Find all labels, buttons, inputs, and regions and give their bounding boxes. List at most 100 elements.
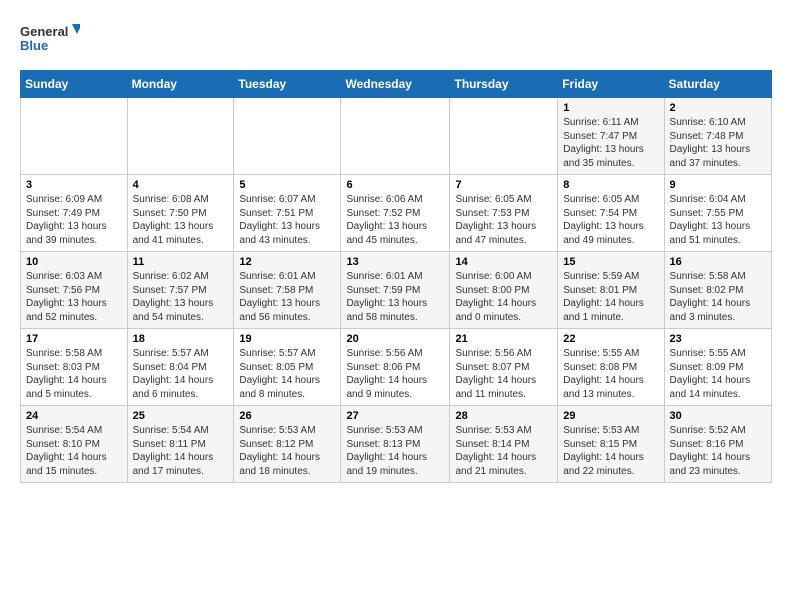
cell-content: Sunrise: 6:01 AM Sunset: 7:59 PM Dayligh… — [346, 270, 444, 324]
cell-content: Sunrise: 6:08 AM Sunset: 7:50 PM Dayligh… — [133, 193, 229, 247]
cell-content: Sunrise: 6:05 AM Sunset: 7:53 PM Dayligh… — [455, 193, 552, 247]
day-number: 22 — [563, 333, 658, 345]
col-header-tuesday: Tuesday — [234, 71, 341, 98]
calendar-cell: 8 Sunrise: 6:05 AM Sunset: 7:54 PM Daylig… — [558, 175, 664, 252]
calendar-week-4: 17 Sunrise: 5:58 AM Sunset: 8:03 PM Dayli… — [21, 329, 772, 406]
calendar-cell — [21, 98, 128, 175]
day-number: 14 — [455, 256, 552, 268]
calendar-cell: 29 Sunrise: 5:53 AM Sunset: 8:15 PM Dayli… — [558, 406, 664, 483]
day-number: 4 — [133, 179, 229, 191]
calendar-cell: 7Sunrise: 6:05 AM Sunset: 7:53 PM Daylig… — [450, 175, 558, 252]
cell-content: Sunrise: 5:52 AM Sunset: 8:16 PM Dayligh… — [670, 424, 766, 478]
cell-content: Sunrise: 5:53 AM Sunset: 8:13 PM Dayligh… — [346, 424, 444, 478]
cell-content: Sunrise: 5:57 AM Sunset: 8:05 PM Dayligh… — [239, 347, 335, 401]
calendar-cell: 12 Sunrise: 6:01 AM Sunset: 7:58 PM Dayli… — [234, 252, 341, 329]
day-number: 8 — [563, 179, 658, 191]
calendar-cell: 2Sunrise: 6:10 AM Sunset: 7:48 PM Daylig… — [664, 98, 771, 175]
cell-content: Sunrise: 6:07 AM Sunset: 7:51 PM Dayligh… — [239, 193, 335, 247]
day-number: 25 — [133, 410, 229, 422]
col-header-thursday: Thursday — [450, 71, 558, 98]
day-number: 11 — [133, 256, 229, 268]
calendar-cell: 14 Sunrise: 6:00 AM Sunset: 8:00 PM Dayli… — [450, 252, 558, 329]
calendar-week-1: 1 Sunrise: 6:11 AM Sunset: 7:47 PM Daylig… — [21, 98, 772, 175]
cell-content: Sunrise: 5:59 AM Sunset: 8:01 PM Dayligh… — [563, 270, 658, 324]
calendar-cell: 25 Sunrise: 5:54 AM Sunset: 8:11 PM Dayli… — [127, 406, 234, 483]
cell-content: Sunrise: 6:10 AM Sunset: 7:48 PM Dayligh… — [670, 116, 766, 170]
cell-content: Sunrise: 5:56 AM Sunset: 8:07 PM Dayligh… — [455, 347, 552, 401]
day-number: 3 — [26, 179, 122, 191]
calendar-cell — [341, 98, 450, 175]
cell-content: Sunrise: 5:55 AM Sunset: 8:09 PM Dayligh… — [670, 347, 766, 401]
cell-content: Sunrise: 5:53 AM Sunset: 8:15 PM Dayligh… — [563, 424, 658, 478]
svg-text:General: General — [20, 24, 68, 39]
calendar-cell: 3 Sunrise: 6:09 AM Sunset: 7:49 PM Daylig… — [21, 175, 128, 252]
col-header-friday: Friday — [558, 71, 664, 98]
day-number: 17 — [26, 333, 122, 345]
calendar-cell: 22 Sunrise: 5:55 AM Sunset: 8:08 PM Dayli… — [558, 329, 664, 406]
cell-content: Sunrise: 5:57 AM Sunset: 8:04 PM Dayligh… — [133, 347, 229, 401]
calendar-cell: 6 Sunrise: 6:06 AM Sunset: 7:52 PM Daylig… — [341, 175, 450, 252]
calendar-cell: 15 Sunrise: 5:59 AM Sunset: 8:01 PM Dayli… — [558, 252, 664, 329]
day-number: 28 — [455, 410, 552, 422]
day-number: 21 — [455, 333, 552, 345]
calendar-cell: 10 Sunrise: 6:03 AM Sunset: 7:56 PM Dayli… — [21, 252, 128, 329]
day-number: 30 — [670, 410, 766, 422]
cell-content: Sunrise: 5:58 AM Sunset: 8:02 PM Dayligh… — [670, 270, 766, 324]
day-number: 23 — [670, 333, 766, 345]
day-number: 18 — [133, 333, 229, 345]
cell-content: Sunrise: 6:06 AM Sunset: 7:52 PM Dayligh… — [346, 193, 444, 247]
logo-svg: General Blue — [20, 20, 80, 60]
col-header-sunday: Sunday — [21, 71, 128, 98]
day-number: 15 — [563, 256, 658, 268]
col-header-saturday: Saturday — [664, 71, 771, 98]
calendar-cell — [127, 98, 234, 175]
day-number: 29 — [563, 410, 658, 422]
calendar-cell: 1 Sunrise: 6:11 AM Sunset: 7:47 PM Daylig… — [558, 98, 664, 175]
cell-content: Sunrise: 5:54 AM Sunset: 8:11 PM Dayligh… — [133, 424, 229, 478]
calendar-table: SundayMondayTuesdayWednesdayThursdayFrid… — [20, 70, 772, 483]
col-header-wednesday: Wednesday — [341, 71, 450, 98]
calendar-week-5: 24 Sunrise: 5:54 AM Sunset: 8:10 PM Dayli… — [21, 406, 772, 483]
calendar-cell: 21 Sunrise: 5:56 AM Sunset: 8:07 PM Dayli… — [450, 329, 558, 406]
day-number: 26 — [239, 410, 335, 422]
day-number: 19 — [239, 333, 335, 345]
cell-content: Sunrise: 6:05 AM Sunset: 7:54 PM Dayligh… — [563, 193, 658, 247]
cell-content: Sunrise: 6:01 AM Sunset: 7:58 PM Dayligh… — [239, 270, 335, 324]
calendar-cell: 9Sunrise: 6:04 AM Sunset: 7:55 PM Daylig… — [664, 175, 771, 252]
cell-content: Sunrise: 5:58 AM Sunset: 8:03 PM Dayligh… — [26, 347, 122, 401]
day-number: 16 — [670, 256, 766, 268]
cell-content: Sunrise: 6:03 AM Sunset: 7:56 PM Dayligh… — [26, 270, 122, 324]
calendar-cell: 26 Sunrise: 5:53 AM Sunset: 8:12 PM Dayli… — [234, 406, 341, 483]
day-number: 5 — [239, 179, 335, 191]
calendar-cell: 18 Sunrise: 5:57 AM Sunset: 8:04 PM Dayli… — [127, 329, 234, 406]
day-number: 10 — [26, 256, 122, 268]
calendar-cell: 20 Sunrise: 5:56 AM Sunset: 8:06 PM Dayli… — [341, 329, 450, 406]
cell-content: Sunrise: 6:09 AM Sunset: 7:49 PM Dayligh… — [26, 193, 122, 247]
day-number: 13 — [346, 256, 444, 268]
calendar-header-row: SundayMondayTuesdayWednesdayThursdayFrid… — [21, 71, 772, 98]
cell-content: Sunrise: 5:53 AM Sunset: 8:14 PM Dayligh… — [455, 424, 552, 478]
calendar-cell: 17 Sunrise: 5:58 AM Sunset: 8:03 PM Dayli… — [21, 329, 128, 406]
day-number: 1 — [563, 102, 658, 114]
cell-content: Sunrise: 5:53 AM Sunset: 8:12 PM Dayligh… — [239, 424, 335, 478]
day-number: 6 — [346, 179, 444, 191]
logo: General Blue — [20, 20, 80, 60]
cell-content: Sunrise: 5:55 AM Sunset: 8:08 PM Dayligh… — [563, 347, 658, 401]
day-number: 12 — [239, 256, 335, 268]
cell-content: Sunrise: 6:02 AM Sunset: 7:57 PM Dayligh… — [133, 270, 229, 324]
calendar-week-2: 3 Sunrise: 6:09 AM Sunset: 7:49 PM Daylig… — [21, 175, 772, 252]
day-number: 20 — [346, 333, 444, 345]
calendar-cell: 27 Sunrise: 5:53 AM Sunset: 8:13 PM Dayli… — [341, 406, 450, 483]
calendar-cell: 13 Sunrise: 6:01 AM Sunset: 7:59 PM Dayli… — [341, 252, 450, 329]
calendar-cell: 28 Sunrise: 5:53 AM Sunset: 8:14 PM Dayli… — [450, 406, 558, 483]
calendar-cell — [234, 98, 341, 175]
cell-content: Sunrise: 6:11 AM Sunset: 7:47 PM Dayligh… — [563, 116, 658, 170]
day-number: 9 — [670, 179, 766, 191]
calendar-cell: 23 Sunrise: 5:55 AM Sunset: 8:09 PM Dayli… — [664, 329, 771, 406]
cell-content: Sunrise: 5:54 AM Sunset: 8:10 PM Dayligh… — [26, 424, 122, 478]
cell-content: Sunrise: 5:56 AM Sunset: 8:06 PM Dayligh… — [346, 347, 444, 401]
cell-content: Sunrise: 6:00 AM Sunset: 8:00 PM Dayligh… — [455, 270, 552, 324]
day-number: 27 — [346, 410, 444, 422]
day-number: 24 — [26, 410, 122, 422]
calendar-cell: 24 Sunrise: 5:54 AM Sunset: 8:10 PM Dayli… — [21, 406, 128, 483]
